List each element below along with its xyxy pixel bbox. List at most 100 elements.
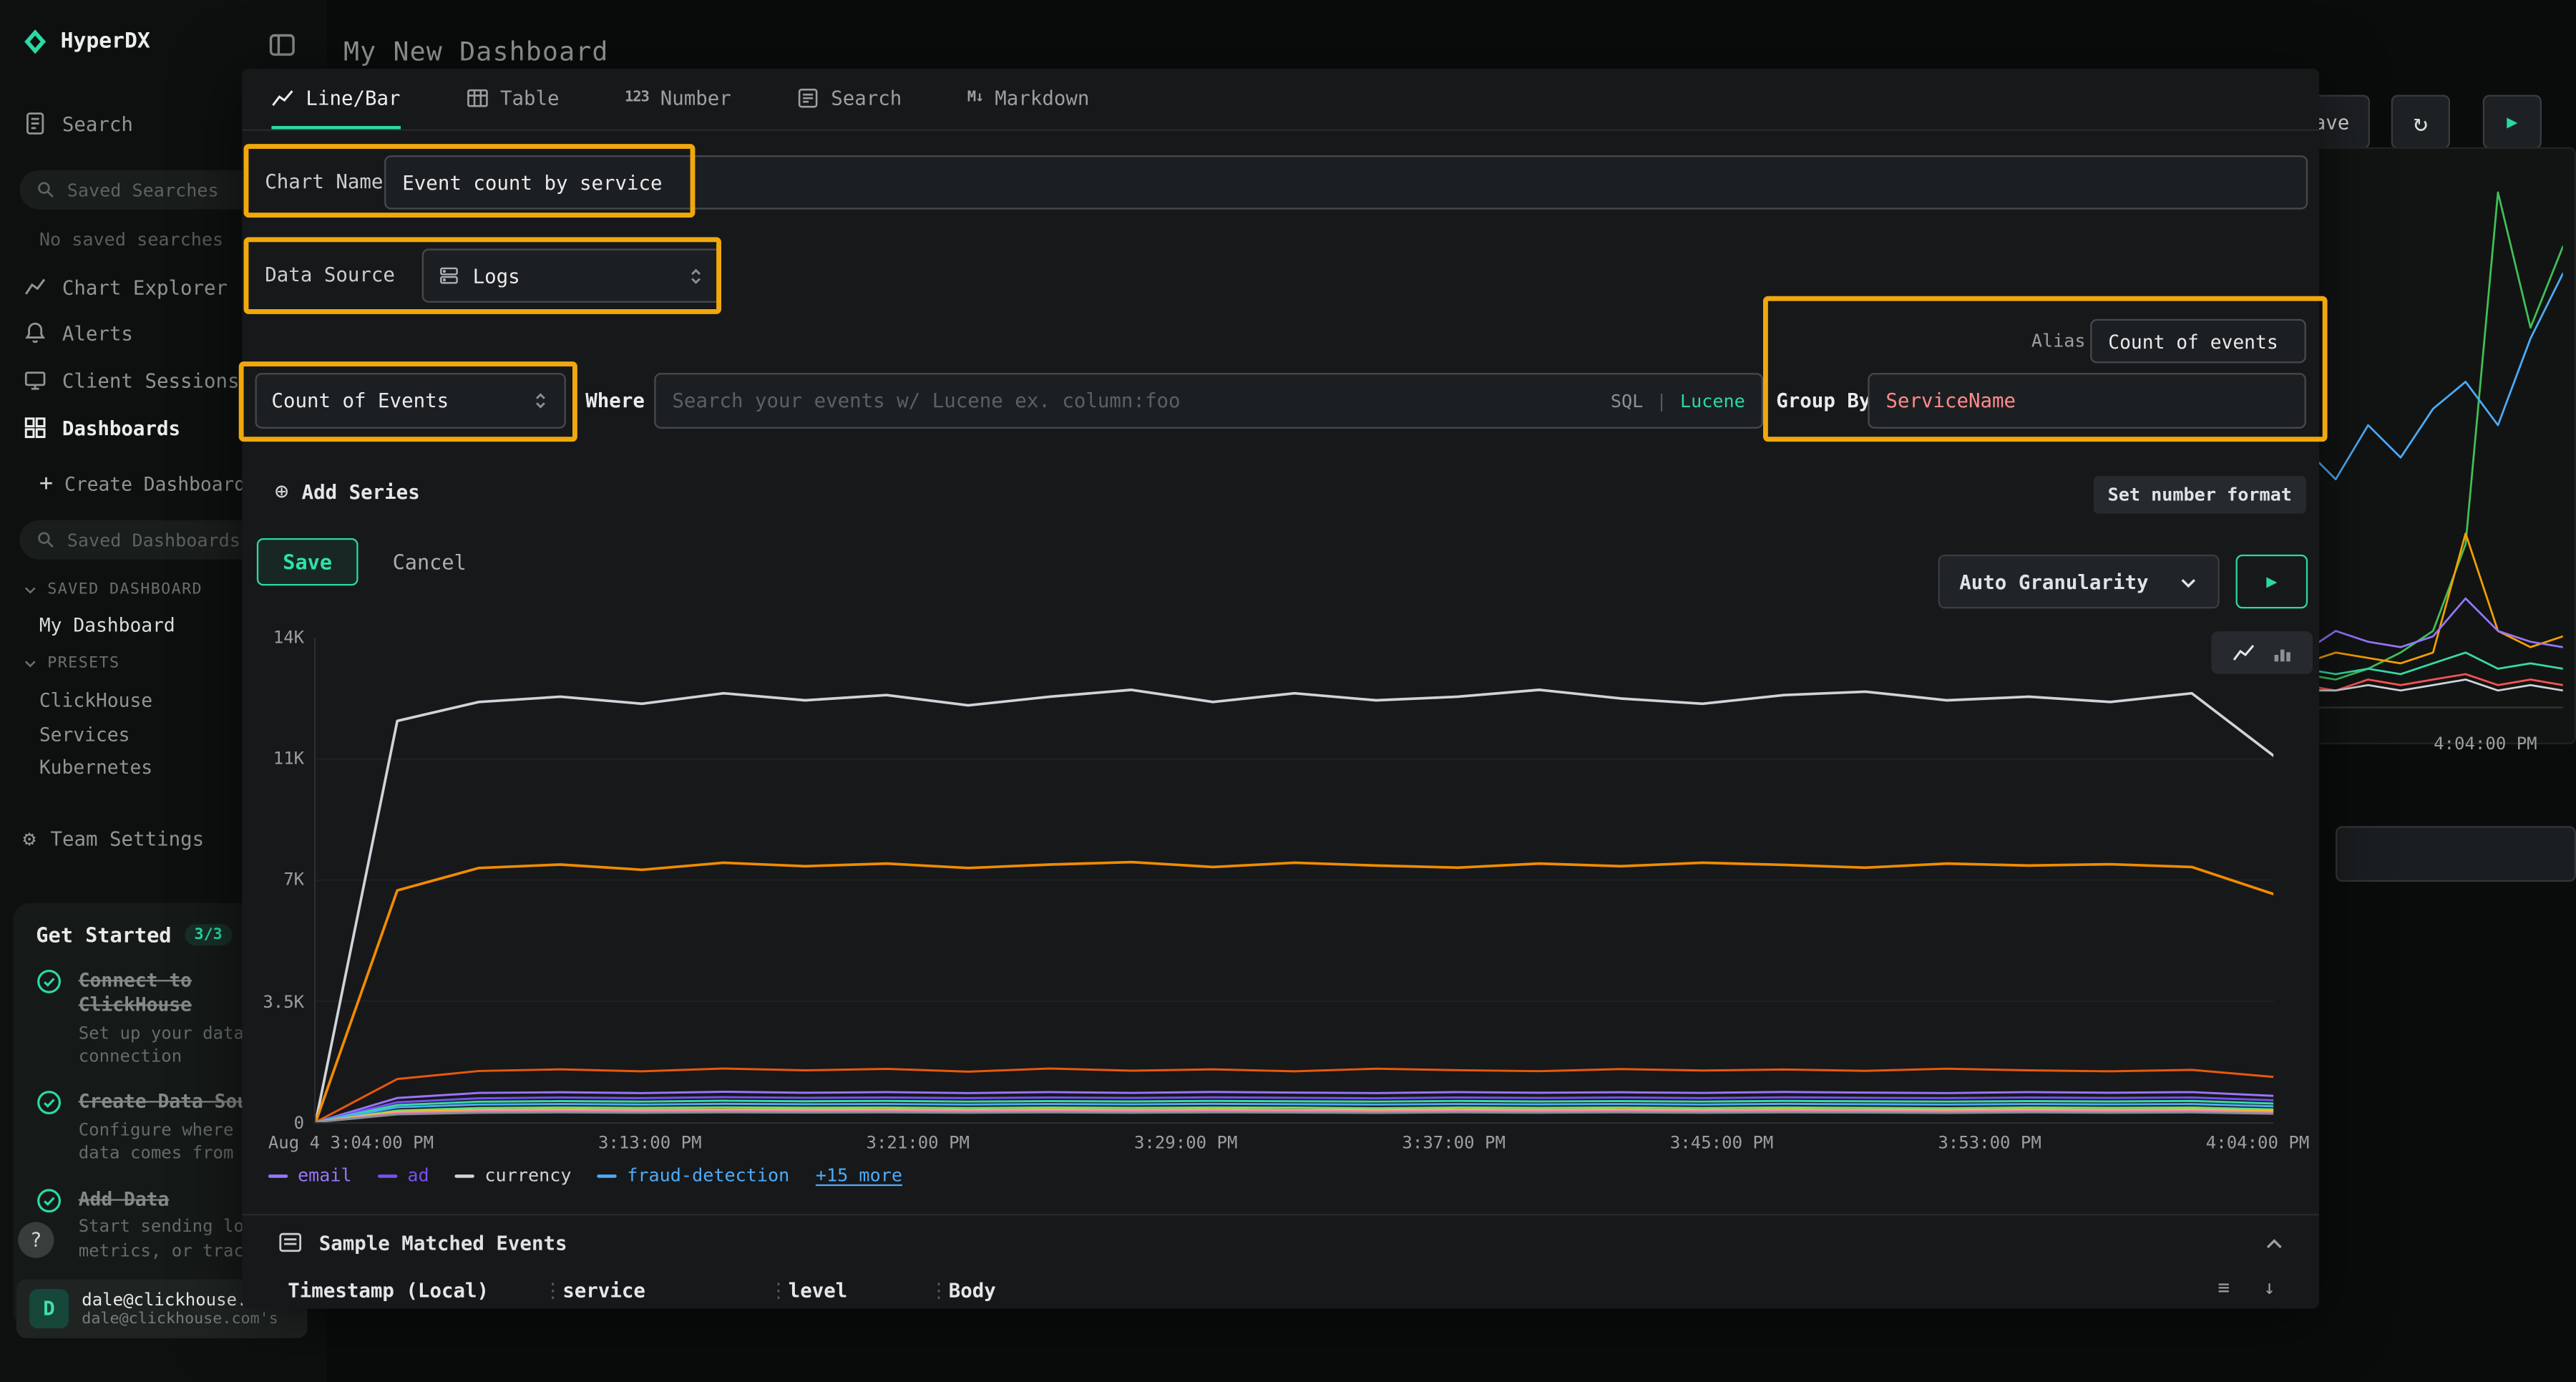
run-dashboard-button[interactable]: ▶: [2483, 95, 2542, 149]
y-axis-tick: 14K: [245, 628, 304, 648]
where-input[interactable]: [672, 389, 1597, 412]
chart-name-label: Chart Name: [265, 155, 383, 209]
tab-line-bar[interactable]: Line/Bar: [271, 69, 400, 130]
table-menu-icon[interactable]: ≡: [2218, 1276, 2230, 1299]
column-divider: ⋮: [543, 1279, 562, 1302]
play-icon: ▶: [2507, 111, 2517, 132]
help-icon: ?: [30, 1229, 42, 1252]
refresh-button[interactable]: ↻: [2391, 95, 2450, 149]
column-divider: ⋮: [769, 1279, 788, 1302]
sidebar-item-chart-explorer[interactable]: Chart Explorer: [23, 275, 228, 299]
chevron-down-icon: [23, 656, 38, 671]
group-by-input[interactable]: [1885, 389, 2288, 412]
background-filter-input[interactable]: [2336, 826, 2576, 882]
brand[interactable]: HyperDX: [23, 29, 150, 54]
legend-more-link[interactable]: +15 more: [816, 1164, 902, 1186]
divider: [242, 1214, 2319, 1215]
section-saved-dashboards[interactable]: SAVED DASHBOARD: [23, 580, 203, 598]
y-axis-tick: 3.5K: [245, 993, 304, 1012]
alias-label: Alias: [2031, 319, 2086, 364]
sidebar-item-dashboards[interactable]: Dashboards: [23, 416, 180, 440]
sidebar-item-search[interactable]: Search: [23, 111, 133, 135]
sidebar-item-my-dashboard[interactable]: My Dashboard: [39, 613, 175, 636]
bell-icon: [23, 321, 47, 345]
database-icon: [439, 265, 460, 286]
data-source-label: Data Source: [265, 248, 395, 302]
sidebar-item-team-settings[interactable]: ⚙ Team Settings: [23, 828, 204, 851]
sql-toggle[interactable]: SQL: [1611, 390, 1643, 412]
add-series-button[interactable]: ⊕ Add Series: [275, 480, 420, 506]
chart-editor-modal: Line/Bar Table 123 Number Search M↓ Mark…: [242, 69, 2319, 1309]
legend-color-dash: [455, 1174, 474, 1177]
where-label: Where: [585, 373, 645, 429]
column-divider: ⋮: [929, 1279, 948, 1302]
chart-legend: email ad currency fraud-detection +15 more: [268, 1164, 902, 1186]
alias-input[interactable]: [2108, 330, 2288, 353]
toggle-separator: |: [1657, 390, 1667, 412]
sidebar-collapse-icon[interactable]: [268, 31, 296, 59]
brand-name: HyperDX: [61, 29, 150, 54]
data-source-select[interactable]: Logs: [422, 248, 721, 302]
y-axis-tick: 11K: [245, 749, 304, 769]
section-presets[interactable]: PRESETS: [23, 654, 119, 672]
where-inputbox: SQL | Lucene: [654, 373, 1763, 429]
run-query-button[interactable]: ▶: [2236, 555, 2308, 608]
legend-color-dash: [378, 1174, 397, 1177]
sidebar-item-client-sessions[interactable]: Client Sessions: [23, 368, 240, 392]
check-circle-icon: [36, 1187, 62, 1213]
hyperdx-logo-icon: [23, 29, 47, 54]
help-button[interactable]: ?: [18, 1222, 54, 1257]
chart-name-input[interactable]: [402, 171, 2290, 194]
sidebar-item-services[interactable]: Services: [39, 723, 130, 746]
collapse-section-icon[interactable]: [2263, 1233, 2285, 1255]
table-download-icon[interactable]: ↓: [2263, 1276, 2275, 1299]
set-number-format-button[interactable]: Set number format: [2094, 476, 2306, 514]
column-header-level[interactable]: level: [789, 1279, 848, 1302]
granularity-select[interactable]: Auto Granularity: [1938, 555, 2220, 608]
chevron-down-icon: [23, 583, 38, 598]
column-header-timestamp[interactable]: Timestamp (Local): [288, 1279, 489, 1302]
chevron-down-icon: [2179, 572, 2198, 591]
save-chart-button[interactable]: Save: [257, 538, 358, 585]
plus-icon: +: [39, 471, 53, 497]
column-header-service[interactable]: service: [562, 1279, 645, 1302]
legend-color-dash: [597, 1174, 617, 1177]
lucene-toggle[interactable]: Lucene: [1680, 390, 1745, 412]
tab-markdown[interactable]: M↓ Markdown: [967, 69, 1090, 130]
get-started-title: Get Started: [36, 923, 171, 947]
column-header-body[interactable]: Body: [949, 1279, 996, 1302]
plus-circle-icon: ⊕: [275, 480, 288, 506]
sidebar-item-kubernetes[interactable]: Kubernetes: [39, 756, 152, 779]
create-dashboard-link[interactable]: + Create Dashboard: [39, 471, 245, 497]
sidebar-item-alerts[interactable]: Alerts: [23, 321, 133, 345]
legend-item[interactable]: email: [268, 1164, 352, 1186]
legend-item[interactable]: ad: [378, 1164, 429, 1186]
legend-item[interactable]: currency: [455, 1164, 571, 1186]
refresh-icon: ↻: [2414, 107, 2429, 137]
cancel-button[interactable]: Cancel: [393, 538, 467, 585]
group-by-inputbox: [1868, 373, 2306, 429]
tab-number[interactable]: 123 Number: [625, 69, 731, 130]
select-chevrons-icon: [532, 389, 550, 412]
y-axis-tick: 7K: [245, 870, 304, 890]
editor-tabbar: Line/Bar Table 123 Number Search M↓ Mark…: [242, 69, 2319, 131]
legend-item[interactable]: fraud-detection: [597, 1164, 789, 1186]
line-chart-icon: [271, 86, 294, 109]
legend-color-dash: [268, 1174, 288, 1177]
search-doc-icon: [796, 86, 819, 109]
sample-events-header[interactable]: Sample Matched Events: [278, 1230, 567, 1255]
main-chart[interactable]: [314, 638, 2273, 1124]
page-title: My New Dashboard: [343, 36, 609, 67]
avatar: D: [29, 1289, 69, 1328]
aggregation-select[interactable]: Count of Events: [255, 373, 566, 429]
app-root: My New Dashboard Save ↻ ▶ 4:04:00 PM Hyp…: [0, 0, 2576, 1382]
chart-name-inputbox: [384, 155, 2308, 209]
list-icon: [278, 1230, 303, 1255]
group-by-label: Group By: [1776, 373, 1870, 429]
gear-icon: ⚙: [23, 829, 36, 850]
tab-search[interactable]: Search: [796, 69, 902, 130]
monitor-icon: [23, 368, 47, 392]
tab-table[interactable]: Table: [466, 69, 560, 130]
bar-chart-toggle-icon[interactable]: [2271, 642, 2293, 663]
sidebar-item-clickhouse[interactable]: ClickHouse: [39, 688, 152, 711]
